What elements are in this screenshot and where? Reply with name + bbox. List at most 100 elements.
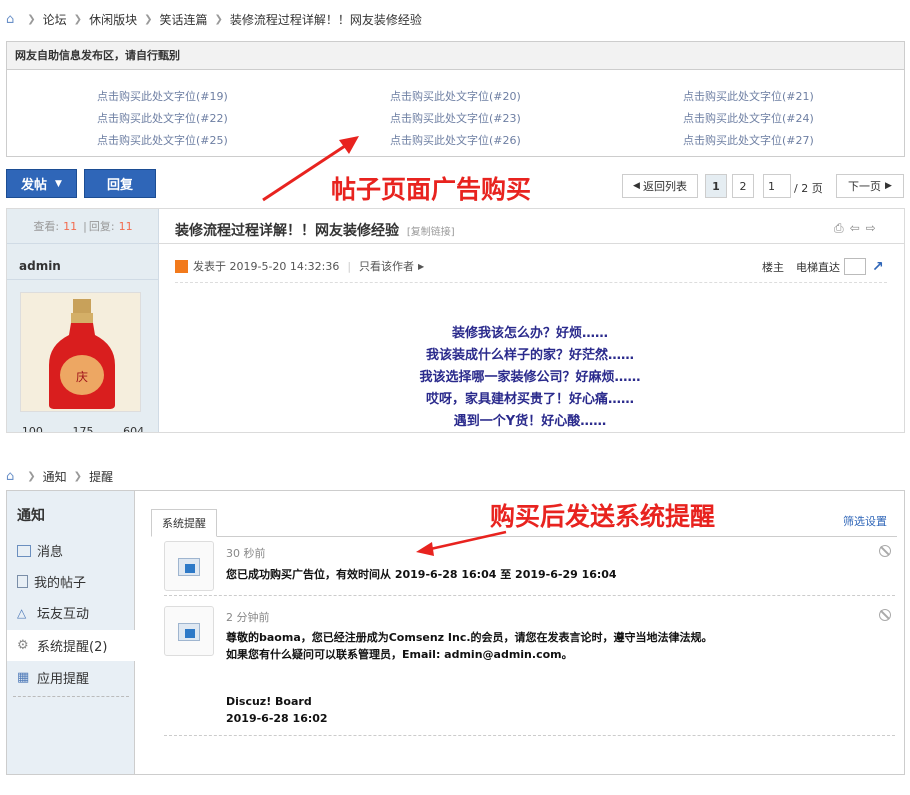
sidebar-item-apps[interactable]: ▦ 应用提醒 [7, 662, 135, 693]
svg-text:庆: 庆 [76, 370, 88, 384]
elevator-label: 电梯直达 [796, 260, 840, 274]
back-to-list-button[interactable]: ◀ 返回列表 [622, 174, 698, 198]
caret-down-icon: ▼ [55, 178, 62, 189]
next-thread-icon[interactable]: ⇨ [866, 221, 876, 236]
reply-button[interactable]: 回复 [84, 169, 156, 198]
go-arrow-icon[interactable]: ↗ [872, 259, 884, 275]
breadcrumb-item[interactable]: 论坛 [43, 11, 67, 28]
ad-slot[interactable]: 点击购买此处文字位(#23) [390, 110, 640, 126]
ad-slot[interactable]: 点击购买此处文字位(#20) [390, 88, 640, 104]
author-stat[interactable]: 100 [22, 425, 43, 432]
caret-right-icon: ▶ [418, 261, 425, 271]
author-name[interactable]: admin [19, 259, 61, 273]
chevron-right-icon: ❯ [27, 13, 36, 25]
ad-slot[interactable]: 点击购买此处文字位(#21) [683, 88, 910, 104]
ad-slot[interactable]: 点击购买此处文字位(#26) [390, 132, 640, 148]
notice-text: Discuz! Board [226, 695, 312, 708]
page-number-input[interactable]: 1 [763, 174, 791, 198]
filter-settings-link[interactable]: 筛选设置 [843, 513, 887, 529]
sidebar-item-label: 消息 [37, 545, 64, 560]
sidebar-item-interactions[interactable]: △ 坛友互动 [7, 597, 135, 628]
thread-tools: ⎙ ⇦ ⇨ [834, 221, 876, 236]
next-page-label: 下一页 [848, 180, 882, 193]
ban-icon[interactable] [879, 545, 891, 557]
post-line: 遇到一个Y货！好心酸…… [453, 414, 607, 429]
notice-time: 2 分钟前 [226, 611, 270, 624]
back-to-list-label: 返回列表 [642, 180, 687, 193]
replies-label: 回复: [88, 220, 115, 233]
chevron-right-icon: ❯ [73, 13, 83, 25]
chevron-right-icon: ❯ [73, 470, 83, 482]
views-label: 查看: [33, 220, 60, 233]
grid-icon: ▦ [17, 669, 30, 685]
ad-slot[interactable]: 点击购买此处文字位(#24) [683, 110, 910, 126]
author-stat[interactable]: 175 [72, 425, 93, 432]
post-button[interactable]: 发帖 ▼ [6, 169, 77, 198]
ad-slot[interactable]: 点击购买此处文字位(#22) [97, 110, 347, 126]
ad-slot[interactable]: 点击购买此处文字位(#19) [97, 88, 347, 104]
author-stats: 100 175 604 [7, 425, 159, 432]
breadcrumb-item[interactable]: 装修流程过程详解！！网友装修经验 [230, 11, 422, 28]
ban-icon[interactable] [879, 609, 891, 621]
gear-icon: ⚙ [17, 637, 29, 653]
print-icon[interactable]: ⎙ [834, 221, 844, 236]
sidebar-item-label: 应用提醒 [37, 672, 90, 687]
tab-system-notice[interactable]: 系统提醒 [151, 509, 217, 537]
notice-sidebar-title: 通知 [17, 508, 45, 524]
notice-text: 尊敬的baoma，您已经注册成为Comsenz Inc.的会员，请您在发表言论时… [226, 631, 713, 644]
page-total: / 2 页 [794, 182, 823, 195]
avatar[interactable]: 庆 [20, 292, 141, 412]
sidebar-item-my-posts[interactable]: 我的帖子 [7, 566, 135, 597]
chevron-left-icon: ◀ [633, 181, 640, 191]
floor-input[interactable] [844, 258, 866, 275]
sidebar-item-messages[interactable]: 消息 [7, 535, 135, 566]
home-icon[interactable]: ⌂ [6, 469, 14, 484]
only-author-link[interactable]: 只看该作者 [359, 258, 414, 274]
floor-nav: 楼主 电梯直达 ↗ [762, 258, 884, 275]
envelope-icon [17, 544, 31, 557]
post-meta: 发表于 2019-5-20 14:32:36 | 只看该作者 ▶ [175, 258, 424, 274]
chevron-right-icon: ❯ [214, 13, 223, 25]
author-sidebar: 查看: 11 | 回复: 11 admin 庆 100 175 604 [7, 209, 159, 432]
next-page-button[interactable]: 下一页 ▶ [836, 174, 904, 198]
post-button-label: 发帖 [21, 178, 48, 193]
ad-box: 网友自助信息发布区，请自行甄别 点击购买此处文字位(#19) 点击购买此处文字位… [6, 41, 905, 157]
chevron-right-icon: ❯ [27, 470, 36, 482]
breadcrumb: ⌂ ❯ 论坛 ❯ 休闲版块 ❯ 笑话连篇 ❯ 装修流程过程详解！！网友装修经验 [6, 11, 422, 27]
thread-title-text: 装修流程过程详解！！网友装修经验 [175, 223, 399, 239]
notice-text: 2019-6-28 16:02 [226, 712, 328, 725]
post-line: 装修我该怎么办？好烦…… [451, 326, 608, 341]
floor-label: 楼主 [762, 260, 784, 274]
triangle-icon: △ [17, 605, 27, 620]
author-stat[interactable]: 604 [123, 425, 144, 432]
post-line: 哎呀，家具建材买贵了！好心痛…… [425, 392, 634, 407]
breadcrumb-item[interactable]: 通知 [43, 468, 67, 485]
notice-time: 30 秒前 [226, 547, 266, 560]
post-line: 我该装成什么样子的家？好茫然…… [425, 348, 634, 363]
chevron-right-icon: ❯ [144, 13, 153, 25]
sidebar-item-label: 坛友互动 [37, 607, 90, 622]
breadcrumb-item[interactable]: 笑话连篇 [159, 11, 207, 28]
sidebar-item-label: 系统提醒(2) [37, 640, 108, 655]
post-time: 发表于 2019-5-20 14:32:36 [193, 260, 340, 273]
notice-icon [164, 541, 214, 591]
annotation-bottom: 购买后发送系统提醒 [490, 502, 716, 531]
breadcrumb: ⌂ ❯ 通知 ❯ 提醒 [6, 468, 113, 484]
home-icon[interactable]: ⌂ [6, 12, 14, 27]
notice-text: 您已成功购买广告位，有效时间从 2019-6-28 16:04 至 2019-6… [226, 568, 617, 581]
ad-box-header: 网友自助信息发布区，请自行甄别 [7, 42, 904, 70]
annotation-arrow-icon [416, 530, 507, 556]
thread-title: 装修流程过程详解！！网友装修经验 [复制链接] [175, 220, 455, 240]
breadcrumb-item[interactable]: 休闲版块 [89, 11, 137, 28]
ad-slot[interactable]: 点击购买此处文字位(#27) [683, 132, 910, 148]
page-1-button[interactable]: 1 [705, 174, 727, 198]
breadcrumb-item[interactable]: 提醒 [89, 468, 113, 485]
sidebar-item-system[interactable]: ⚙ 系统提醒(2) [7, 630, 136, 661]
replies-count: 11 [118, 219, 133, 233]
post-line: 我该选择哪一家装修公司？好麻烦…… [419, 370, 641, 385]
page-2-button[interactable]: 2 [732, 174, 754, 198]
prev-thread-icon[interactable]: ⇦ [850, 221, 860, 236]
notice-icon [164, 606, 214, 656]
views-count: 11 [63, 219, 78, 233]
copy-link[interactable]: [复制链接] [407, 227, 455, 238]
